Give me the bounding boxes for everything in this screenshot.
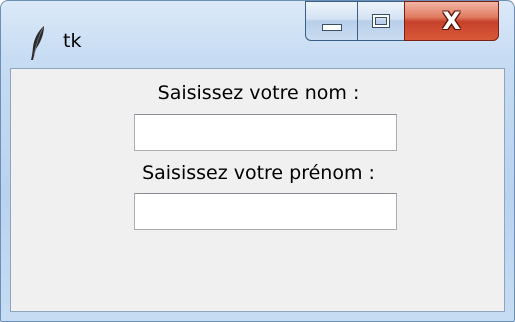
client-area: Saisissez votre nom : Saisissez votre pr… <box>10 68 505 312</box>
nom-label: Saisissez votre nom : <box>157 82 360 104</box>
window-controls: X <box>305 1 499 43</box>
window-title: tk <box>63 30 82 52</box>
maximize-icon <box>372 14 390 28</box>
nom-input[interactable] <box>134 114 397 151</box>
minimize-icon <box>321 23 342 31</box>
close-button[interactable]: X <box>404 1 499 41</box>
tk-window: tk X Saisissez votre nom : Saisissez vot… <box>0 0 515 322</box>
prenom-input[interactable] <box>134 193 397 230</box>
title-bar[interactable]: tk X <box>1 1 514 67</box>
feather-icon <box>29 25 47 61</box>
maximize-button[interactable] <box>357 1 404 41</box>
minimize-button[interactable] <box>305 1 357 41</box>
prenom-label: Saisissez votre prénom : <box>142 162 375 184</box>
close-icon: X <box>442 7 461 35</box>
